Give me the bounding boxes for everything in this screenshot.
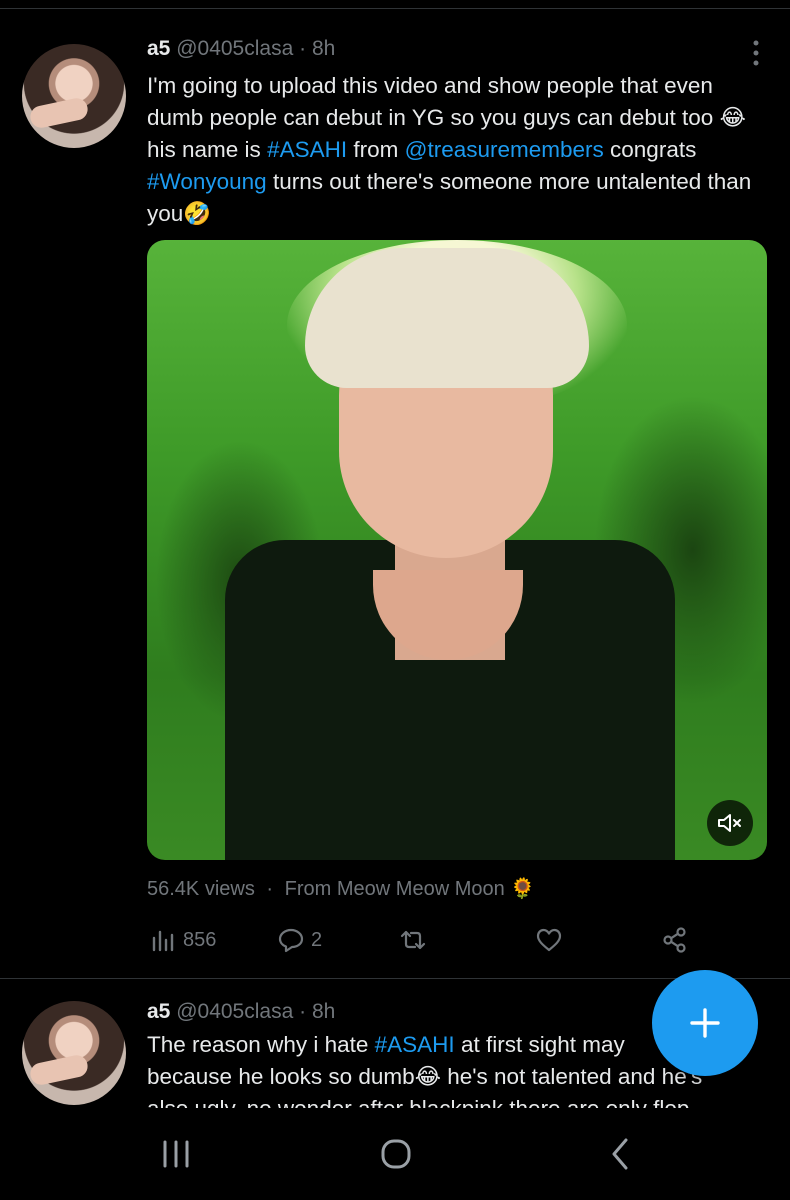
reply-button[interactable]: 2 [277,920,322,960]
heart-icon [536,928,562,952]
tweet-text-segment: The reason why i hate [147,1032,375,1057]
analytics-icon [152,930,174,952]
tweet-text-segment: he's not talented and he's [440,1064,703,1089]
tweet-time[interactable]: 8h [312,1000,335,1023]
meta-separator: · [299,37,307,60]
hashtag-link[interactable]: #ASAHI [375,1032,455,1057]
emoji-tears-of-joy: 😂 [719,105,746,130]
home-icon[interactable] [366,1128,426,1180]
view-count: 56.4K views [147,878,255,900]
tweet-header: a5 @0405clasa · 8h [147,36,335,62]
share-button[interactable] [661,920,695,960]
meta-separator: · [299,1000,307,1023]
tweet-header: a5 @0405clasa · 8h [147,999,335,1025]
author-handle[interactable]: @0405clasa [176,37,293,60]
tweet-time[interactable]: 8h [312,37,335,60]
tweet-text-segment: I'm going to upload this video and show … [147,73,720,130]
tweet-text-segment: his name is [147,137,268,162]
retweet-icon [400,930,426,950]
volume-muted-icon[interactable] [707,800,753,846]
mention-link[interactable]: @treasuremembers [405,137,604,162]
analytics-button[interactable]: 856 [149,920,216,960]
video-subject-hair [305,248,589,388]
author-handle[interactable]: @0405clasa [176,1000,293,1023]
share-icon [663,927,686,953]
emoji-rolling-laughing: 🤣 [183,201,212,226]
tweet-text-segment: at first sight may [454,1032,625,1057]
system-navigation-bar [0,1108,790,1200]
views-separator: · [266,878,274,900]
more-options-icon[interactable] [752,40,760,66]
tweet-actions: 856 2 [147,920,707,960]
tweet-text-line: also ugly, no wonder after blackpink the… [147,1093,767,1109]
hashtag-link[interactable]: #Wonyoung [147,169,267,194]
tweet-text: I'm going to upload this video and show … [147,70,767,230]
plus-icon [690,1008,720,1038]
avatar-hand [28,1053,90,1087]
author-name[interactable]: a5 [147,37,170,60]
tweet-text-segment: from [347,137,405,162]
reply-icon [278,928,304,953]
tweet-text-segment: congrats [603,137,697,162]
avatar-hand [28,96,90,130]
tweet-text-segment: because he looks so dumb [147,1064,415,1089]
source-emoji: 🌻 [510,878,536,900]
views-row: 56.4K views · From Meow Meow Moon 🌻 [147,876,535,902]
author-name[interactable]: a5 [147,1000,170,1023]
back-icon[interactable] [590,1128,650,1180]
recent-apps-icon[interactable] [146,1128,206,1180]
video-player[interactable] [147,240,767,860]
retweet-button[interactable] [399,920,433,960]
avatar[interactable] [22,44,126,148]
source-name[interactable]: Meow Meow Moon [337,878,505,900]
avatar[interactable] [22,1001,126,1105]
like-button[interactable] [535,920,569,960]
reply-count: 2 [311,928,323,951]
compose-tweet-button[interactable] [652,970,758,1076]
hashtag-link[interactable]: #ASAHI [267,137,347,162]
source-label: From [284,878,332,900]
analytics-count: 856 [183,928,217,951]
tweet[interactable]: a5 @0405clasa · 8h I'm going to upload t… [0,0,790,978]
emoji-tears-of-joy: 😂 [414,1064,441,1089]
